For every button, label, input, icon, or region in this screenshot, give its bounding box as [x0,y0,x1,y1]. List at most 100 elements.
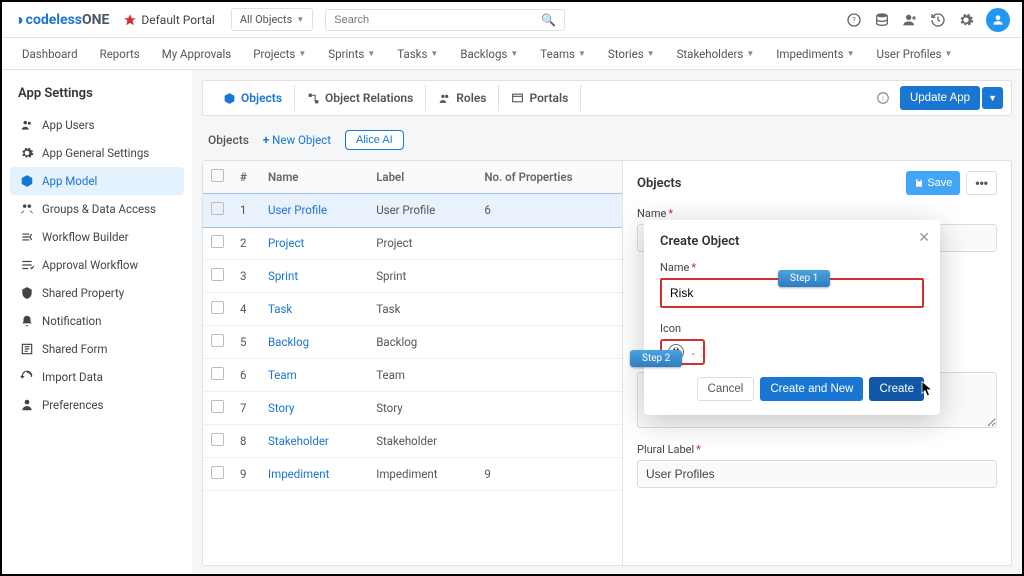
cube-icon [223,92,236,105]
model-tabs: Objects Object Relations Roles Portals i… [202,80,1012,116]
object-filter[interactable]: All Objects▼ [231,8,313,31]
history-icon[interactable] [930,12,946,28]
table-row[interactable]: 5BacklogBacklog [203,326,622,359]
update-app-button[interactable]: Update App [900,86,980,110]
sidebar: App Settings App UsersApp General Settin… [2,70,192,574]
info-icon[interactable]: i [876,91,890,105]
more-button[interactable]: ••• [966,171,997,195]
table-row[interactable]: 1User ProfileUser Profile6 [203,194,622,227]
sidebar-item-workflow-builder[interactable]: Workflow Builder [10,223,184,251]
save-button[interactable]: Save [906,171,960,195]
objects-label: Objects [208,133,249,147]
detail-plural-input[interactable] [637,460,997,488]
search-box[interactable]: 🔍 [325,9,565,31]
sidebar-item-preferences[interactable]: Preferences [10,391,184,419]
sidebar-item-shared-form[interactable]: Shared Form [10,335,184,363]
sidebar-item-app-model[interactable]: App Model [10,167,184,195]
create-button[interactable]: Create [869,377,924,401]
main-nav: DashboardReportsMy ApprovalsProjects▼Spr… [2,38,1022,70]
close-icon[interactable]: ✕ [918,230,930,246]
object-name-link[interactable]: Team [268,368,297,382]
step2-badge: Step 2 [630,350,682,367]
sidebar-item-import-data[interactable]: Import Data [10,363,184,391]
nav-item-stories[interactable]: Stories▼ [600,41,663,67]
cursor-pointer [919,380,937,401]
logo: ◑codelessONE [14,10,109,30]
tab-portals[interactable]: Portals [499,85,581,111]
save-icon [914,178,924,188]
user-add-icon[interactable] [902,12,918,28]
avatar[interactable] [986,8,1010,32]
sidebar-item-shared-property[interactable]: Shared Property [10,279,184,307]
cancel-button[interactable]: Cancel [697,377,755,401]
nav-item-user-profiles[interactable]: User Profiles▼ [869,41,961,67]
tab-object-relations[interactable]: Object Relations [295,85,426,111]
sidebar-item-approval-workflow[interactable]: Approval Workflow [10,251,184,279]
object-name-link[interactable]: Backlog [268,335,309,349]
nav-item-dashboard[interactable]: Dashboard [14,41,86,67]
nav-item-sprints[interactable]: Sprints▼ [320,41,383,67]
object-name-link[interactable]: Stakeholder [268,434,329,448]
table-row[interactable]: 3SprintSprint [203,260,622,293]
detail-title: Objects [637,176,681,191]
nav-item-tasks[interactable]: Tasks▼ [389,41,446,67]
portal-selector[interactable]: Default Portal [123,13,214,27]
table-row[interactable]: 2ProjectProject [203,227,622,260]
nav-item-backlogs[interactable]: Backlogs▼ [452,41,526,67]
portal-icon [123,13,137,27]
table-row[interactable]: 6TeamTeam [203,359,622,392]
row-checkbox[interactable] [211,466,224,479]
create-object-modal: ✕ Create Object Name* Icon ☢ ⌄ Cancel Cr… [644,220,940,415]
roles-icon [438,92,451,105]
tab-objects[interactable]: Objects [211,85,295,111]
relation-icon [307,92,320,105]
row-checkbox[interactable] [211,301,224,314]
row-checkbox[interactable] [211,268,224,281]
detail-plural-label: Plural Label* [637,443,997,456]
gear-icon[interactable] [958,12,974,28]
nav-item-stakeholders[interactable]: Stakeholders▼ [669,41,763,67]
select-all-checkbox[interactable] [211,169,224,182]
row-checkbox[interactable] [211,334,224,347]
sidebar-item-notification[interactable]: Notification [10,307,184,335]
object-name-link[interactable]: User Profile [268,203,327,217]
nav-item-reports[interactable]: Reports [92,41,148,67]
table-row[interactable]: 9ImpedimentImpediment9 [203,458,622,491]
table-row[interactable]: 4TaskTask [203,293,622,326]
table-row[interactable]: 7StoryStory [203,392,622,425]
nav-item-teams[interactable]: Teams▼ [532,41,594,67]
update-app-dropdown[interactable]: ▼ [982,87,1003,109]
object-name-link[interactable]: Task [268,302,292,316]
svg-text:i: i [882,94,884,102]
nav-item-my-approvals[interactable]: My Approvals [154,41,239,67]
object-name-link[interactable]: Story [268,401,294,415]
alice-ai-button[interactable]: Alice AI [345,130,404,150]
detail-name-label: Name* [637,207,997,220]
portal-icon [511,92,524,105]
sidebar-title: App Settings [10,82,184,111]
create-and-new-button[interactable]: Create and New [760,377,863,401]
row-checkbox[interactable] [211,400,224,413]
modal-icon-label: Icon [660,322,924,335]
database-icon[interactable] [874,12,890,28]
row-checkbox[interactable] [211,202,224,215]
sidebar-item-app-general-settings[interactable]: App General Settings [10,139,184,167]
sidebar-item-app-users[interactable]: App Users [10,111,184,139]
row-checkbox[interactable] [211,235,224,248]
nav-item-projects[interactable]: Projects▼ [245,41,314,67]
tab-roles[interactable]: Roles [426,85,499,111]
object-name-link[interactable]: Impediment [268,467,329,481]
step1-badge: Step 1 [778,270,830,287]
table-row[interactable]: 8StakeholderStakeholder [203,425,622,458]
search-input[interactable] [334,14,541,26]
row-checkbox[interactable] [211,433,224,446]
search-icon: 🔍 [541,13,556,27]
sidebar-item-groups-data-access[interactable]: Groups & Data Access [10,195,184,223]
object-name-link[interactable]: Project [268,236,304,250]
nav-item-impediments[interactable]: Impediments▼ [768,41,862,67]
object-name-link[interactable]: Sprint [268,269,298,283]
new-object-button[interactable]: +New Object [263,133,331,147]
row-checkbox[interactable] [211,367,224,380]
help-icon[interactable]: ? [846,12,862,28]
objects-table: # Name Label No. of Properties 1User Pro… [203,161,622,491]
